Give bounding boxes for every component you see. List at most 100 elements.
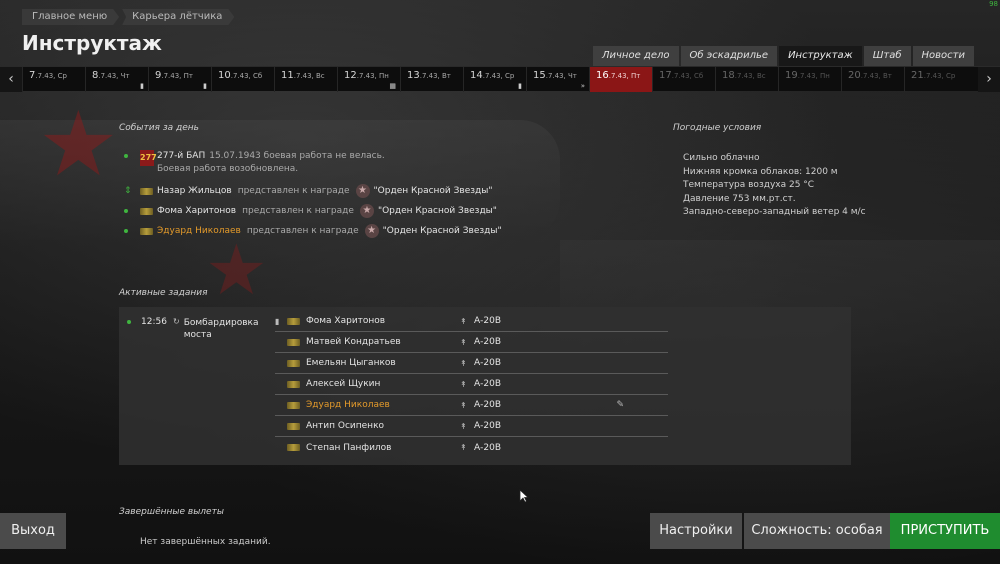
pilot-name: Эдуард Николаев	[306, 400, 390, 410]
date-marker-icon: ▮	[203, 82, 207, 90]
date-item[interactable]: 12.7.43, Пн ▦	[337, 67, 400, 92]
event-text: представлен к награде	[242, 206, 354, 216]
unit-event: 277 277-й БАП 15.07.1943 боевая работа не…	[124, 150, 544, 176]
crew-row[interactable]: Антип Осипенко ↟ А-20В	[275, 416, 668, 437]
date-item[interactable]: 19.7.43, Пн	[778, 67, 841, 92]
date-item[interactable]: 16.7.43, Пт	[589, 67, 652, 92]
aircraft-icon: ↟	[460, 400, 467, 410]
task-name: Бомбардировка моста	[183, 318, 259, 340]
crew-list: ▮ Фома Харитонов ↟ А-20В Матвей Кондратьев ↟ А…	[275, 311, 668, 458]
date-day: 14	[470, 70, 483, 81]
aircraft-name: А-20В	[474, 442, 502, 453]
aircraft-icon: ↟	[460, 316, 467, 326]
pilot-name: Матвей Кондратьев	[306, 337, 401, 347]
sort-arrows-icon: ⇕	[124, 186, 132, 196]
breadcrumb-pilot-career[interactable]: Карьера лётчика	[122, 9, 234, 25]
date-rest: .7.43, Пн	[356, 72, 389, 80]
weather-line: Давление 753 мм.рт.ст.	[683, 193, 796, 204]
red-star-icon: ★	[38, 92, 119, 197]
status-dot	[124, 229, 128, 233]
weather-line: Температура воздуха 25 °C	[683, 180, 815, 190]
weather-header: Погодные условия	[673, 123, 762, 133]
crew-row[interactable]: Емельян Цыганков ↟ А-20В	[275, 353, 668, 374]
date-item[interactable]: 8.7.43, Чт ▮	[85, 67, 148, 92]
rank-insignia-icon	[287, 338, 300, 346]
task-time: 12:56	[141, 317, 167, 327]
date-item[interactable]: 21.7.43, Ср	[904, 67, 967, 92]
date-rest: .7.43, Вс	[734, 72, 766, 80]
date-item[interactable]: 7.7.43, Ср	[22, 67, 85, 92]
rank-insignia-icon	[140, 227, 153, 235]
date-list: 7.7.43, Ср 8.7.43, Чт ▮ 9.7.43, Пт ▮ 10.7.43,…	[22, 67, 967, 92]
pilot-name: Антип Осипенко	[306, 421, 385, 431]
weather-line: Нижняя кромка облаков: 1200 м	[683, 166, 838, 177]
pilot-name[interactable]: Фома Харитонов	[157, 206, 236, 216]
pilot-name: Фома Харитонов	[306, 316, 386, 326]
aircraft-name: А-20В	[474, 358, 502, 368]
date-item[interactable]: 14.7.43, Ср ▮	[463, 67, 526, 92]
page-title: Инструктаж	[22, 31, 162, 55]
date-item[interactable]: 15.7.43, Чт»	[526, 67, 589, 92]
weather-line: Западно-северо-западный ветер 4 м/с	[683, 207, 866, 217]
date-rest: .7.43, Пн	[797, 72, 830, 80]
date-rest: .7.43, Сб	[230, 72, 263, 80]
crew-row[interactable]: Степан Панфилов ↟ А-20В	[275, 437, 668, 458]
date-item[interactable]: 17.7.43, Сб	[652, 67, 715, 92]
pilot-name[interactable]: Эдуард Николаев	[157, 226, 241, 236]
date-item[interactable]: 9.7.43, Пт ▮	[148, 67, 211, 92]
tab-hq[interactable]: Штаб	[863, 46, 911, 66]
breadcrumb-main-menu[interactable]: Главное меню	[22, 9, 119, 25]
date-item[interactable]: 18.7.43, Вс	[715, 67, 778, 92]
order-red-star-icon: ★	[359, 204, 374, 218]
rank-insignia-icon	[287, 317, 300, 325]
date-rest: .7.43, Пт	[161, 72, 193, 80]
date-item[interactable]: 11.7.43, Вс	[274, 67, 337, 92]
unit-title: 277-й БАП	[157, 151, 206, 161]
leader-flag-icon: ▮	[275, 316, 280, 326]
date-rest: .7.43, Чт	[98, 72, 130, 80]
exit-button[interactable]: Выход	[0, 513, 66, 549]
date-item[interactable]: 10.7.43, Сб	[211, 67, 274, 92]
date-item[interactable]: 20.7.43, Вт	[841, 67, 904, 92]
date-rest: .7.43, Ср	[482, 72, 515, 80]
date-strip: ‹ 7.7.43, Ср 8.7.43, Чт ▮ 9.7.43, Пт ▮ 10.7.4…	[0, 66, 1000, 92]
pilot-name: Алексей Щукин	[306, 379, 381, 389]
tab-briefing[interactable]: Инструктаж	[779, 46, 862, 66]
date-marker-icon: ▦	[389, 82, 396, 90]
chevron-left-icon[interactable]: ‹	[0, 67, 22, 92]
fps-counter: 98	[989, 0, 998, 8]
settings-button[interactable]: Настройки	[650, 513, 742, 549]
date-marker-icon: ▮	[140, 82, 144, 90]
regiment-badge-icon: 277	[140, 150, 157, 166]
rank-insignia-icon	[287, 444, 300, 451]
chevron-right-icon[interactable]: ›	[978, 67, 1000, 92]
award-name: "Орден Красной Звезды"	[377, 206, 497, 216]
bomb-icon: ↻	[173, 317, 180, 326]
award-name: "Орден Красной Звезды"	[382, 226, 502, 236]
crew-row[interactable]: Эдуард Николаев ↟ А-20В ✎	[275, 395, 668, 416]
date-rest: .7.43, Вт	[419, 72, 451, 80]
tab-squadron[interactable]: Об эскадрилье	[680, 46, 778, 66]
crew-row[interactable]: ▮ Фома Харитонов ↟ А-20В	[275, 311, 668, 332]
weather-line: Сильно облачно	[683, 153, 760, 163]
start-button[interactable]: ПРИСТУПИТЬ	[890, 513, 1000, 549]
tab-news[interactable]: Новости	[912, 46, 974, 66]
date-item[interactable]: 13.7.43, Вт	[400, 67, 463, 92]
tab-bar: Личное дело Об эскадрилье Инструктаж Шта…	[593, 46, 974, 66]
unit-date: 15.07.1943	[209, 151, 261, 161]
crew-row[interactable]: Матвей Кондратьев ↟ А-20В	[275, 332, 668, 353]
order-red-star-icon: ★	[355, 184, 370, 198]
day-events: 277 277-й БАП 15.07.1943 боевая работа не…	[124, 150, 544, 244]
difficulty-button[interactable]: Сложность: особая	[744, 513, 890, 549]
aircraft-name: А-20В	[474, 337, 502, 347]
aircraft-name: А-20В	[474, 379, 502, 389]
edit-icon[interactable]: ✎	[616, 400, 624, 410]
aircraft-icon: ↟	[460, 379, 467, 389]
date-day: 10	[218, 70, 231, 81]
date-day: 20	[848, 70, 861, 81]
tab-personal-file[interactable]: Личное дело	[593, 46, 679, 66]
pilot-name[interactable]: Назар Жильцов	[157, 186, 232, 196]
crew-row[interactable]: Алексей Щукин ↟ А-20В	[275, 374, 668, 395]
aircraft-icon: ↟	[460, 443, 467, 452]
task-summary[interactable]: 12:56 ↻ Бомбардировка моста	[127, 317, 264, 341]
